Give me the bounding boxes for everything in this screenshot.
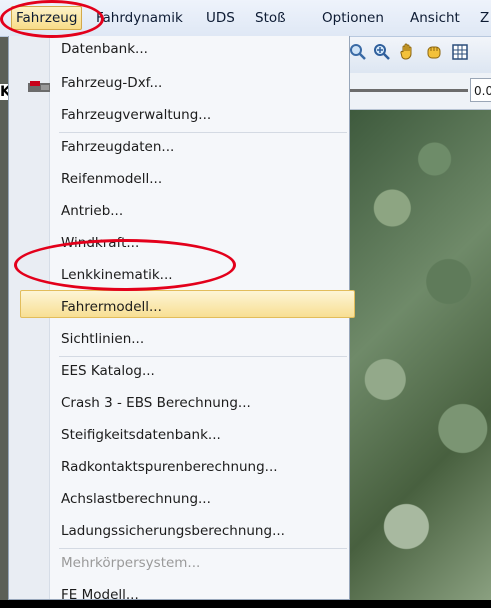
hand-icon[interactable] xyxy=(398,43,418,63)
menu-separator xyxy=(59,132,347,133)
menu-item-fahrzeugdaten[interactable]: Fahrzeugdaten... xyxy=(61,134,174,160)
menu-item-datenbank[interactable]: Datenbank... xyxy=(61,36,148,62)
fahrzeug-dropdown-menu: Datenbank... Fahrzeug-Dxf... Fahrzeugver… xyxy=(8,36,355,603)
search-icon[interactable] xyxy=(348,43,368,63)
menu-z[interactable]: Z xyxy=(476,8,491,28)
menu-item-ladungssicherungsberechnung[interactable]: Ladungssicherungsberechnung... xyxy=(61,518,285,544)
menu-fahrdynamik[interactable]: Fahrdynamik xyxy=(92,8,187,28)
menu-separator xyxy=(59,356,347,357)
menu-stoss[interactable]: Stoß xyxy=(251,8,290,28)
zoom-slider[interactable] xyxy=(350,89,468,92)
menu-separator xyxy=(59,548,347,549)
menu-item-steifigkeitsdatenbank[interactable]: Steifigkeitsdatenbank... xyxy=(61,422,221,448)
menu-item-ees-katalog[interactable]: EES Katalog... xyxy=(61,358,155,384)
database-icon xyxy=(28,81,50,92)
menu-item-sichtlinien[interactable]: Sichtlinien... xyxy=(61,326,144,352)
menu-optionen[interactable]: Optionen xyxy=(318,8,388,28)
grid-icon[interactable] xyxy=(450,43,470,63)
menu-item-fe-modell[interactable]: FE Modell... xyxy=(61,582,139,608)
annotation-circle-lenkkinematik xyxy=(14,239,236,291)
menu-ansicht[interactable]: Ansicht xyxy=(406,8,464,28)
aerial-map-canvas[interactable] xyxy=(350,110,491,600)
menu-item-fahrermodell[interactable]: Fahrermodell... xyxy=(61,294,162,320)
menu-item-crash3-ebs[interactable]: Crash 3 - EBS Berechnung... xyxy=(61,390,251,416)
menu-item-fahrzeug-dxf[interactable]: Fahrzeug-Dxf... xyxy=(61,70,162,96)
left-panel-edge xyxy=(0,37,8,600)
menu-item-antrieb[interactable]: Antrieb... xyxy=(61,198,123,224)
menu-item-reifenmodell[interactable]: Reifenmodell... xyxy=(61,166,162,192)
annotation-circle-menu xyxy=(0,0,104,38)
hand-grab-icon[interactable] xyxy=(424,43,444,63)
zoom-icon[interactable] xyxy=(372,43,392,63)
menu-item-radkontaktspurenberechnung[interactable]: Radkontaktspurenberechnung... xyxy=(61,454,278,480)
menu-item-fahrzeugverwaltung[interactable]: Fahrzeugverwaltung... xyxy=(61,102,211,128)
toolbar xyxy=(350,37,491,73)
menu-uds[interactable]: UDS xyxy=(202,8,239,28)
zoom-value-field[interactable]: 0.0 xyxy=(470,78,491,102)
menu-item-mehrkoerpersystem: Mehrkörpersystem... xyxy=(61,555,201,571)
menu-item-achslastberechnung[interactable]: Achslastberechnung... xyxy=(61,486,211,512)
